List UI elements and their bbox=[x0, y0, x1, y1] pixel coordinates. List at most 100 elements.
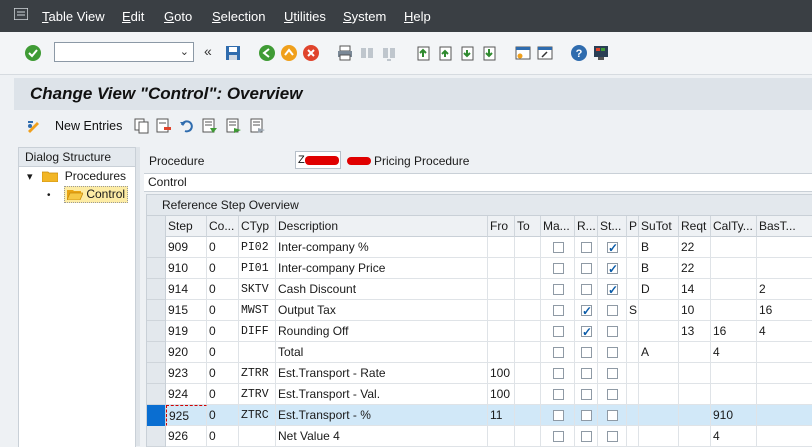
checkbox[interactable] bbox=[581, 368, 592, 379]
checkbox[interactable] bbox=[581, 347, 592, 358]
table-cell-ma[interactable] bbox=[541, 258, 575, 279]
cancel-icon[interactable] bbox=[302, 44, 320, 62]
table-cell-r[interactable] bbox=[575, 426, 598, 447]
table-cell-sutot[interactable] bbox=[639, 363, 679, 384]
column-header[interactable]: Co... bbox=[207, 216, 239, 237]
column-header[interactable]: P bbox=[627, 216, 639, 237]
table-cell-calty[interactable] bbox=[711, 363, 757, 384]
table-cell-to[interactable] bbox=[515, 426, 541, 447]
delete-icon[interactable] bbox=[156, 118, 172, 134]
table-cell-r[interactable] bbox=[575, 300, 598, 321]
table-cell-bast[interactable] bbox=[757, 237, 812, 258]
table-cell-p[interactable] bbox=[627, 384, 639, 405]
table-cell-st[interactable] bbox=[598, 258, 627, 279]
checkbox[interactable] bbox=[553, 326, 564, 337]
column-header[interactable]: SuTot bbox=[639, 216, 679, 237]
checkbox[interactable] bbox=[581, 263, 592, 274]
table-cell-st[interactable] bbox=[598, 300, 627, 321]
row-selector[interactable] bbox=[147, 363, 165, 384]
table-cell-to[interactable] bbox=[515, 384, 541, 405]
row-selector[interactable] bbox=[147, 321, 165, 342]
table-cell-ma[interactable] bbox=[541, 279, 575, 300]
checkbox[interactable] bbox=[553, 431, 564, 442]
deselect-all-icon[interactable] bbox=[250, 118, 266, 134]
table-cell-ctyp[interactable]: ZTRC bbox=[239, 405, 276, 426]
window-menu-icon[interactable] bbox=[14, 8, 28, 20]
copy-as-icon[interactable] bbox=[134, 118, 150, 134]
table-cell-ma[interactable] bbox=[541, 342, 575, 363]
column-header[interactable]: To bbox=[515, 216, 541, 237]
table-cell-p[interactable]: S bbox=[627, 300, 639, 321]
table-cell-p[interactable] bbox=[627, 258, 639, 279]
column-header[interactable]: CalTy... bbox=[711, 216, 757, 237]
checkbox[interactable] bbox=[581, 389, 592, 400]
table-cell-reqt[interactable]: 10 bbox=[679, 300, 711, 321]
checkbox[interactable] bbox=[607, 326, 618, 337]
back-icon[interactable] bbox=[258, 44, 276, 62]
row-selector[interactable] bbox=[147, 426, 165, 447]
next-page-icon[interactable] bbox=[458, 44, 476, 62]
table-cell-reqt[interactable]: 22 bbox=[679, 258, 711, 279]
column-header[interactable]: Fro bbox=[488, 216, 515, 237]
table-cell-r[interactable] bbox=[575, 321, 598, 342]
tree-node-control[interactable]: • Control bbox=[47, 186, 129, 205]
print-icon[interactable] bbox=[336, 44, 354, 62]
table-cell-p[interactable] bbox=[627, 237, 639, 258]
find-icon[interactable] bbox=[358, 44, 376, 62]
table-cell-ctyp[interactable]: PI02 bbox=[239, 237, 276, 258]
table-cell-r[interactable] bbox=[575, 237, 598, 258]
table-cell-ma[interactable] bbox=[541, 300, 575, 321]
table-cell-calty[interactable]: 4 bbox=[711, 342, 757, 363]
table-cell-bast[interactable]: 16 bbox=[757, 300, 812, 321]
shortcut-icon[interactable] bbox=[536, 44, 554, 62]
table-cell-r[interactable] bbox=[575, 342, 598, 363]
table-cell-fro[interactable] bbox=[488, 300, 515, 321]
menu-goto[interactable]: Goto bbox=[164, 9, 192, 24]
table-cell-ma[interactable] bbox=[541, 405, 575, 426]
table-cell-sutot[interactable]: B bbox=[639, 258, 679, 279]
tree-expander-icon[interactable]: ▾ bbox=[27, 170, 39, 183]
table-cell-bast[interactable] bbox=[757, 342, 812, 363]
checkbox[interactable] bbox=[607, 347, 618, 358]
table-cell-fro[interactable]: 100 bbox=[488, 363, 515, 384]
table-cell-st[interactable] bbox=[598, 237, 627, 258]
table-cell-bast[interactable]: 2 bbox=[757, 279, 812, 300]
table-cell-reqt[interactable] bbox=[679, 426, 711, 447]
collapse-arrows-icon[interactable]: « bbox=[204, 43, 212, 59]
table-cell-bast[interactable] bbox=[757, 405, 812, 426]
table-cell-ma[interactable] bbox=[541, 426, 575, 447]
previous-page-icon[interactable] bbox=[436, 44, 454, 62]
row-selector[interactable] bbox=[147, 237, 165, 258]
table-cell-to[interactable] bbox=[515, 258, 541, 279]
tree-node-procedures[interactable]: ▾ Procedures bbox=[27, 169, 126, 187]
table-cell-to[interactable] bbox=[515, 363, 541, 384]
menu-system[interactable]: System bbox=[343, 9, 386, 24]
table-cell-calty[interactable] bbox=[711, 258, 757, 279]
display-change-icon[interactable] bbox=[25, 117, 43, 135]
row-selector[interactable] bbox=[147, 279, 165, 300]
checkbox[interactable] bbox=[607, 280, 618, 299]
table-cell-ctyp[interactable]: SKTV bbox=[239, 279, 276, 300]
new-entries-button[interactable]: New Entries bbox=[55, 119, 122, 133]
table-cell-fro[interactable]: 100 bbox=[488, 384, 515, 405]
table-cell-sutot[interactable] bbox=[639, 321, 679, 342]
table-cell-bast[interactable] bbox=[757, 363, 812, 384]
table-cell-fro[interactable] bbox=[488, 321, 515, 342]
checkbox[interactable] bbox=[607, 238, 618, 257]
table-cell-st[interactable] bbox=[598, 384, 627, 405]
table-cell-reqt[interactable] bbox=[679, 363, 711, 384]
checkbox[interactable] bbox=[581, 242, 592, 253]
table-cell-to[interactable] bbox=[515, 405, 541, 426]
table-cell-p[interactable] bbox=[627, 321, 639, 342]
table-cell-bast[interactable]: 4 bbox=[757, 321, 812, 342]
tree-node-control-selected[interactable]: Control bbox=[64, 186, 129, 203]
checkbox[interactable] bbox=[607, 389, 618, 400]
table-cell-r[interactable] bbox=[575, 384, 598, 405]
column-header[interactable]: BasT... bbox=[757, 216, 812, 237]
menu-edit[interactable]: Edit bbox=[122, 9, 144, 24]
find-next-icon[interactable] bbox=[380, 44, 398, 62]
table-cell-to[interactable] bbox=[515, 321, 541, 342]
help-icon[interactable]: ? bbox=[570, 44, 588, 62]
row-selector[interactable] bbox=[147, 342, 165, 363]
chevron-down-icon[interactable]: ⌄ bbox=[180, 45, 189, 58]
